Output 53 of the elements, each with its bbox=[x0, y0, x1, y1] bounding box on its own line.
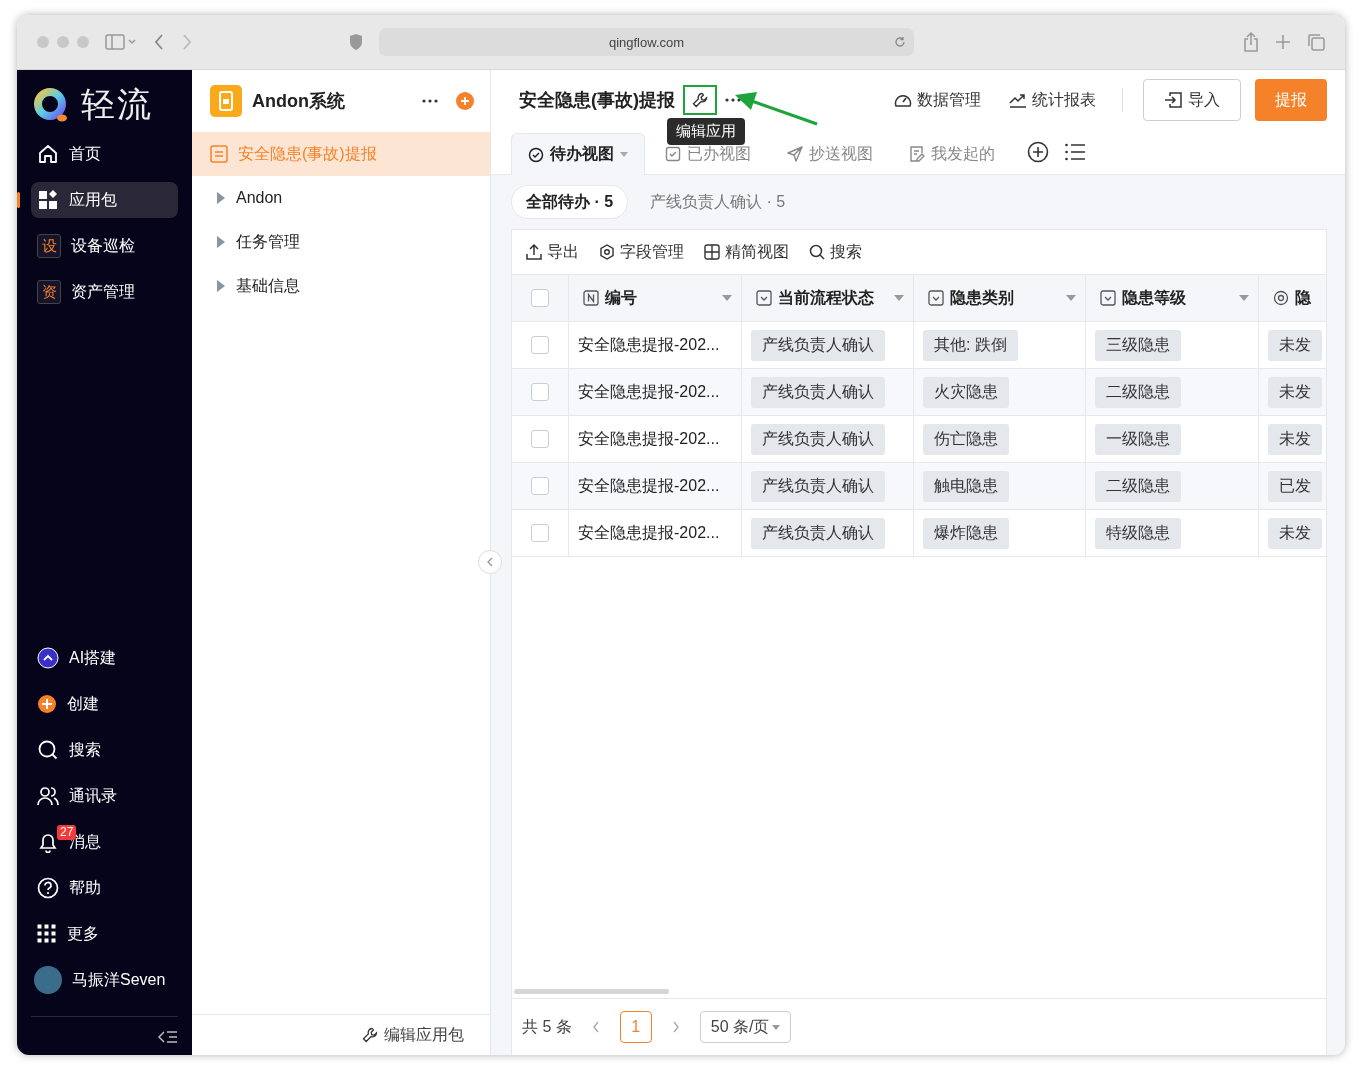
column-title: 隐 bbox=[1295, 287, 1312, 308]
option-tag: 已发 bbox=[1268, 470, 1322, 502]
sidebar-label: 应用包 bbox=[69, 189, 117, 210]
sidebar-label: 首页 bbox=[69, 143, 101, 164]
option-tag: 产线负责人确认 bbox=[751, 470, 885, 502]
option-tag: 产线负责人确认 bbox=[751, 329, 885, 361]
app-name: Andon系统 bbox=[252, 90, 346, 113]
option-tag: 特级隐患 bbox=[1095, 517, 1181, 549]
app-letter-icon: 设 bbox=[37, 234, 61, 258]
column-title: 隐患等级 bbox=[1122, 287, 1187, 308]
url-text: qingflow.com bbox=[608, 34, 685, 50]
user-name: 马振洋Seven bbox=[72, 969, 166, 990]
sidebar-label: 搜索 bbox=[69, 739, 101, 760]
app-menu-label: 安全隐患(事故)提报 bbox=[238, 143, 377, 164]
sidebar-label: 更多 bbox=[67, 923, 99, 944]
option-tag: 未发 bbox=[1268, 517, 1322, 549]
option-tag: 产线负责人确认 bbox=[751, 423, 885, 455]
option-tag: 火灾隐患 bbox=[923, 376, 1009, 408]
sidebar-label: 通讯录 bbox=[69, 785, 117, 806]
form-title: 安全隐患(事故)提报 bbox=[519, 89, 675, 112]
app-menu-label: 任务管理 bbox=[236, 231, 300, 252]
option-tag: 一级隐患 bbox=[1095, 423, 1181, 455]
app-menu-label: Andon bbox=[236, 189, 283, 207]
table-cell-text: 安全隐患提报-202... bbox=[578, 522, 720, 543]
option-tag: 触电隐患 bbox=[923, 470, 1009, 502]
app-letter-icon: 资 bbox=[37, 280, 61, 304]
option-tag: 二级隐患 bbox=[1095, 376, 1181, 408]
column-title: 当前流程状态 bbox=[778, 287, 875, 308]
column-title: 编号 bbox=[605, 287, 638, 308]
option-tag: 二级隐患 bbox=[1095, 470, 1181, 502]
option-tag: 三级隐患 bbox=[1095, 329, 1181, 361]
table-cell-text: 安全隐患提报-202... bbox=[578, 428, 720, 449]
app-menu-label: 基础信息 bbox=[236, 275, 300, 296]
table-cell-text: 安全隐患提报-202... bbox=[578, 475, 720, 496]
option-tag: 爆炸隐患 bbox=[923, 517, 1009, 549]
option-tag: 产线负责人确认 bbox=[751, 517, 885, 549]
column-title: 隐患类别 bbox=[950, 287, 1015, 308]
option-tag: 未发 bbox=[1268, 423, 1322, 455]
table-cell-text: 安全隐患提报-202... bbox=[578, 381, 720, 402]
option-tag: 伤亡隐患 bbox=[923, 423, 1009, 455]
total-count: 共 5 条 bbox=[522, 1016, 572, 1037]
sidebar-label: 资产管理 bbox=[71, 281, 135, 302]
table-cell-text: 安全隐患提报-202... bbox=[578, 334, 720, 355]
brand-name: 轻流 bbox=[81, 84, 153, 125]
option-tag: 未发 bbox=[1268, 329, 1322, 361]
option-tag: 产线负责人确认 bbox=[751, 376, 885, 408]
tooltip: 编辑应用 bbox=[667, 118, 745, 145]
sidebar-label: AI搭建 bbox=[69, 647, 117, 668]
sidebar-label: 帮助 bbox=[69, 877, 101, 898]
option-tag: 未发 bbox=[1268, 376, 1322, 408]
sidebar-label: 设备巡检 bbox=[71, 235, 135, 256]
sidebar-label: 创建 bbox=[67, 693, 99, 714]
option-tag: 其他: 跌倒 bbox=[923, 329, 1018, 361]
